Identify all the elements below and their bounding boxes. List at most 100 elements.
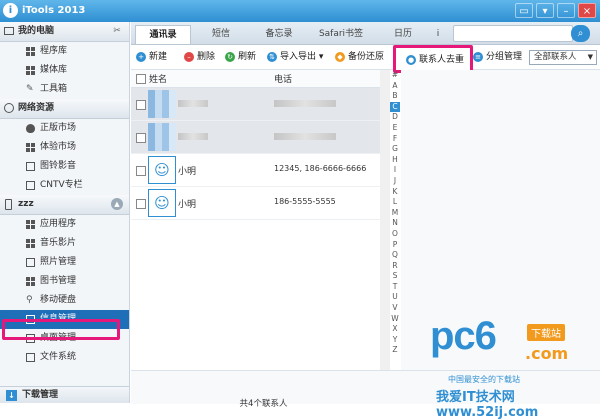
- scrollbar[interactable]: [380, 70, 390, 370]
- new-label: 新建: [149, 52, 168, 62]
- alphabet-letter[interactable]: #: [390, 70, 400, 81]
- blurred-name: [178, 133, 208, 140]
- eject-icon[interactable]: ▲: [111, 198, 123, 210]
- tab-more[interactable]: i: [423, 25, 453, 44]
- sidebar-item-ringtones[interactable]: 图铃影音: [0, 157, 129, 176]
- alphabet-letter[interactable]: H: [390, 155, 400, 166]
- tab-sms[interactable]: 短信: [193, 25, 249, 44]
- app-logo-icon: i: [3, 3, 18, 18]
- backup-restore-button[interactable]: ◆ 备份还原: [335, 50, 384, 64]
- sidebar-item-books[interactable]: 图书管理: [0, 272, 129, 291]
- sidebar-item-apps[interactable]: 应用程序: [0, 215, 129, 234]
- search-input[interactable]: [453, 25, 573, 42]
- alphabet-letter[interactable]: Z: [390, 345, 400, 356]
- sidebar-item-toolbox[interactable]: ✎ 工具箱: [0, 80, 129, 99]
- contact-avatar-icon: ☺: [148, 156, 176, 184]
- alphabet-letter[interactable]: I: [390, 165, 400, 176]
- column-phone[interactable]: 电话: [274, 72, 292, 85]
- alphabet-letter[interactable]: O: [390, 229, 400, 240]
- usb-icon: ⚲: [26, 295, 33, 305]
- alphabet-letter[interactable]: P: [390, 240, 400, 251]
- minimize-button[interactable]: –: [557, 3, 575, 18]
- alphabet-letter[interactable]: M: [390, 208, 400, 219]
- tab-bar: 通讯录 短信 备忘录 Safari书签 日历 i ⌕: [131, 22, 600, 45]
- alphabet-letter[interactable]: T: [390, 282, 400, 293]
- row-checkbox[interactable]: [136, 199, 146, 209]
- alphabet-letter[interactable]: J: [390, 176, 400, 187]
- group-select[interactable]: 全部联系人 ▼: [529, 50, 597, 65]
- refresh-button[interactable]: ↻ 刷新: [225, 50, 256, 64]
- alphabet-letter[interactable]: L: [390, 197, 400, 208]
- sidebar-item-info-manage[interactable]: 信息管理: [0, 310, 129, 329]
- alphabet-index: # A B C D E F G H I J K L M N O P Q R S T U V W X Y Z: [390, 70, 400, 370]
- row-checkbox[interactable]: [136, 133, 146, 143]
- alphabet-letter[interactable]: D: [390, 112, 400, 123]
- sidebar-item-cntv[interactable]: CNTV专栏: [0, 176, 129, 195]
- sidebar-item-label: 信息管理: [40, 314, 77, 324]
- table-row[interactable]: ☺ 小明 186-5555-5555: [131, 187, 380, 220]
- select-all-checkbox[interactable]: [136, 74, 146, 84]
- computer-icon: [4, 27, 14, 35]
- column-name[interactable]: 姓名: [149, 72, 167, 85]
- close-button[interactable]: ×: [578, 3, 596, 18]
- tab-contacts[interactable]: 通讯录: [135, 25, 191, 44]
- menu-button[interactable]: ▾: [536, 3, 554, 18]
- backup-restore-label: 备份还原: [348, 52, 385, 62]
- watermark-slogan: 中国最安全的下载站: [448, 375, 520, 384]
- sidebar-item-app-store[interactable]: 正版市场: [0, 119, 129, 138]
- group-manage-button[interactable]: ≡ 分组管理: [473, 50, 522, 64]
- alphabet-letter[interactable]: Y: [390, 335, 400, 346]
- alphabet-letter[interactable]: V: [390, 303, 400, 314]
- section-title: 网络资源: [18, 103, 55, 113]
- table-row[interactable]: [131, 88, 380, 121]
- import-export-button[interactable]: ⇅ 导入导出 ▾: [267, 50, 323, 64]
- sidebar-item-trial-market[interactable]: 体验市场: [0, 138, 129, 157]
- phone-icon: [5, 199, 12, 210]
- sidebar-item-mobile-disk[interactable]: ⚲ 移动硬盘: [0, 291, 129, 310]
- sidebar-section-my-computer[interactable]: 我的电脑 ✂: [0, 22, 129, 42]
- alphabet-letter[interactable]: S: [390, 271, 400, 282]
- row-checkbox[interactable]: [136, 100, 146, 110]
- tab-safari-bookmarks[interactable]: Safari书签: [309, 25, 373, 44]
- dedupe-contacts-button[interactable]: ● 联系人去重: [406, 53, 464, 67]
- sidebar-item-label: 移动硬盘: [40, 295, 77, 305]
- search-icon[interactable]: ⌕: [571, 25, 590, 42]
- alphabet-letter[interactable]: G: [390, 144, 400, 155]
- sidebar-section-device[interactable]: zzz ▲: [0, 195, 129, 215]
- sidebar-item-desktop-manage[interactable]: 桌面管理: [0, 329, 129, 348]
- sidebar-item-photos[interactable]: 照片管理: [0, 253, 129, 272]
- alphabet-letter[interactable]: F: [390, 134, 400, 145]
- alphabet-letter[interactable]: X: [390, 324, 400, 335]
- row-checkbox[interactable]: [136, 166, 146, 176]
- new-button[interactable]: + 新建: [136, 50, 167, 64]
- alphabet-letter[interactable]: K: [390, 187, 400, 198]
- alphabet-letter[interactable]: R: [390, 261, 400, 272]
- group-icon: ≡: [473, 52, 483, 62]
- alphabet-letter[interactable]: N: [390, 218, 400, 229]
- sidebar-section-network[interactable]: 网络资源: [0, 99, 129, 119]
- alphabet-letter[interactable]: B: [390, 91, 400, 102]
- sidebar-item-media-library[interactable]: 媒体库: [0, 61, 129, 80]
- alphabet-letter[interactable]: E: [390, 123, 400, 134]
- section-title: zzz: [18, 199, 34, 209]
- tab-memo[interactable]: 备忘录: [251, 25, 307, 44]
- sidebar-item-label: 工具箱: [40, 84, 68, 94]
- alphabet-letter[interactable]: U: [390, 292, 400, 303]
- table-row[interactable]: ☺ 小明 12345, 186-6666-6666: [131, 154, 380, 187]
- sidebar-item-file-system[interactable]: 文件系统: [0, 348, 129, 367]
- sidebar-item-music-video[interactable]: 音乐影片: [0, 234, 129, 253]
- sidebar-item-label: CNTV专栏: [40, 180, 83, 190]
- table-row[interactable]: [131, 121, 380, 154]
- window-controls: ▭ ▾ – ×: [515, 3, 596, 18]
- alphabet-letter[interactable]: Q: [390, 250, 400, 261]
- sidebar-item-label: 桌面管理: [40, 333, 77, 343]
- alphabet-letter[interactable]: C: [390, 101, 400, 113]
- skin-button[interactable]: ▭: [515, 3, 533, 18]
- grid-icon: [26, 66, 35, 75]
- delete-button[interactable]: – 删除: [184, 50, 215, 64]
- alphabet-letter[interactable]: A: [390, 81, 400, 92]
- alphabet-letter[interactable]: W: [390, 314, 400, 325]
- tools-icon[interactable]: ✂: [111, 25, 123, 37]
- sidebar-item-program-library[interactable]: 程序库: [0, 42, 129, 61]
- download-manager-bar[interactable]: ↓ 下载管理: [0, 386, 129, 403]
